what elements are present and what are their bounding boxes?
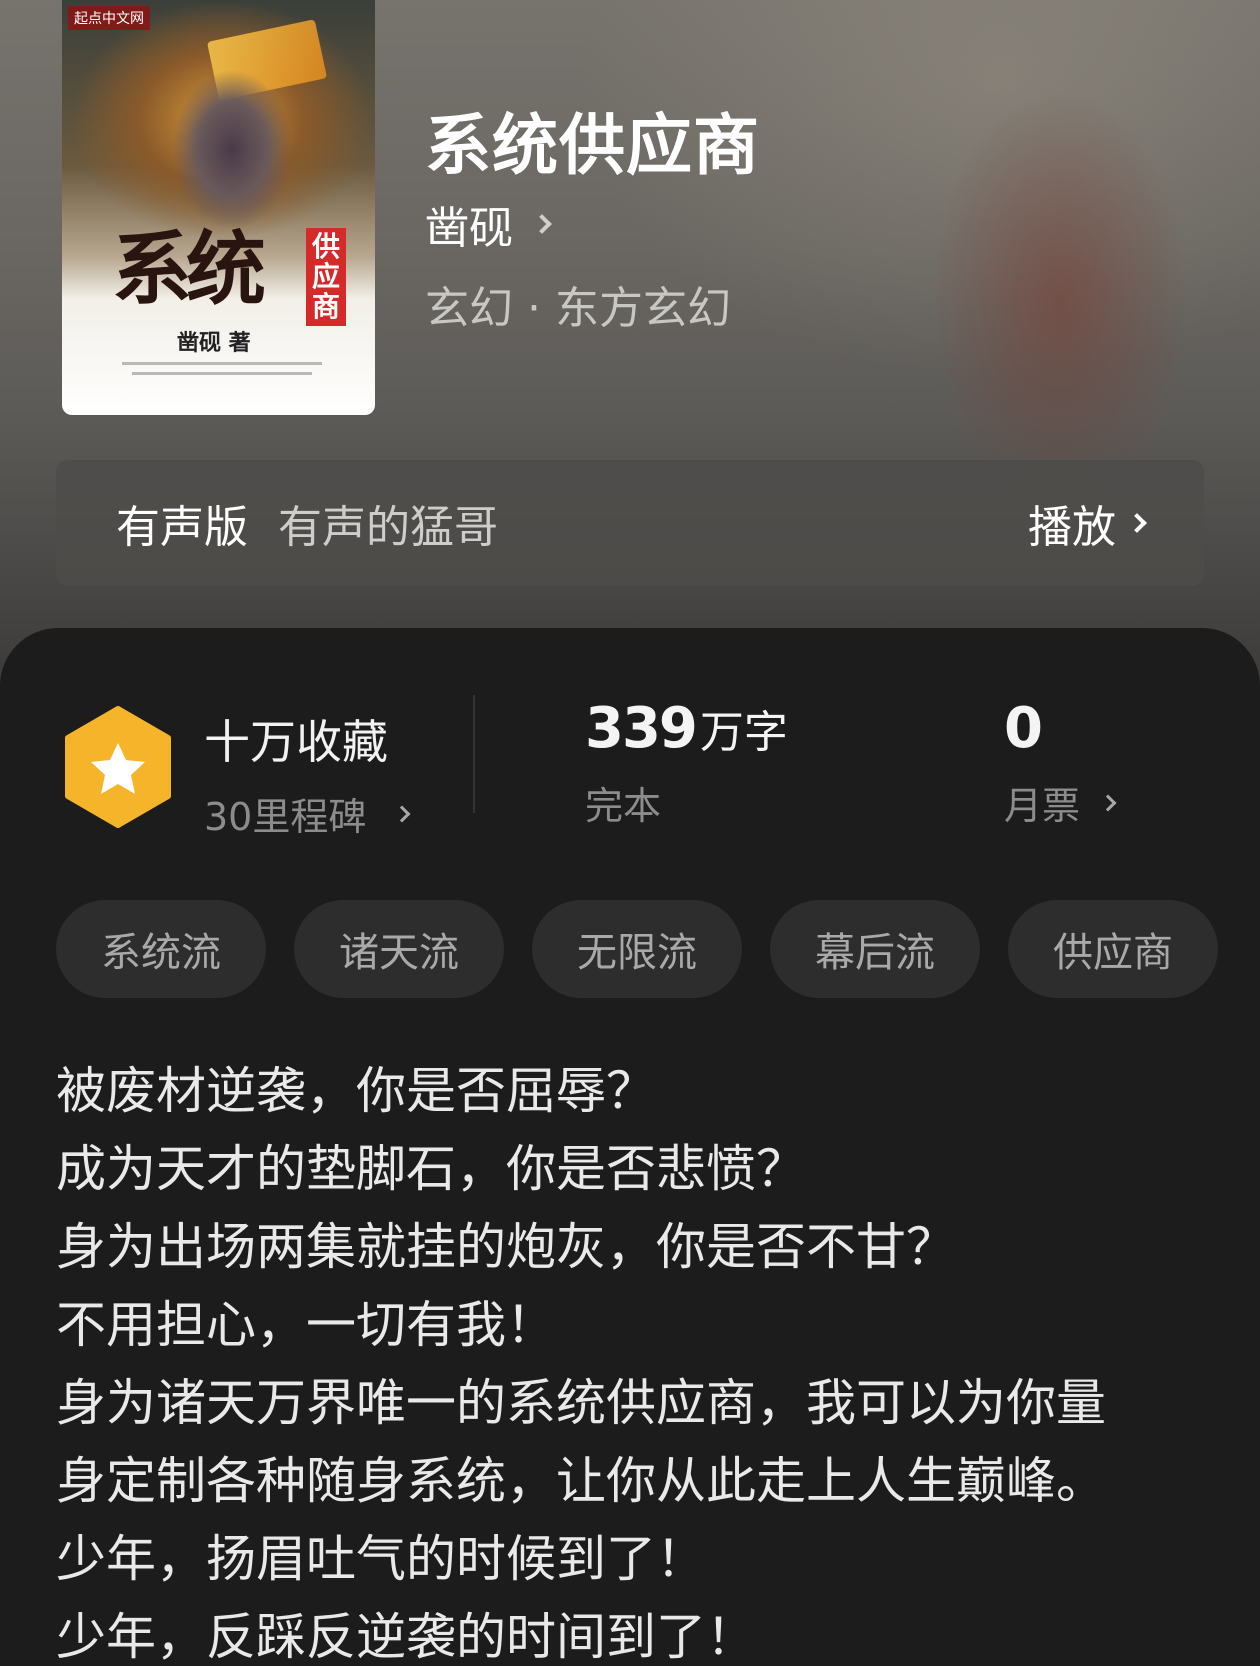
milestone-label: 30里程碑 [204,795,367,839]
word-count-number: 339 [585,696,698,761]
description-line: 身定制各种随身系统，让你从此走上人生巅峰。 [56,1452,1106,1510]
tag-chip[interactable]: 诸天流 [294,900,504,998]
description-line: 被废材逆袭，你是否屈辱？ [56,1062,656,1120]
play-label: 播放 [1028,502,1116,553]
tag-chip[interactable]: 供应商 [1008,900,1218,998]
genre-label: 玄幻 · 东方玄幻 [425,283,731,334]
cover-author-credit: 凿砚 著 [177,330,251,356]
audiobook-bar[interactable]: 有声版 有声的猛哥 播放 [56,460,1204,586]
monthly-votes-number: 0 [1004,696,1043,761]
cover-blurb-decoration [132,372,312,375]
monthly-votes-link[interactable]: 月票 [1004,775,1117,830]
monthly-votes-stat[interactable]: 0 月票 [1004,696,1117,830]
completion-status: 完本 [585,784,662,828]
book-detail-page: 起点中文网 系统 供应商 凿砚 著 系统供应商 凿砚 玄幻 · 东方玄幻 有声版… [0,0,1260,1666]
audiobook-narrator: 有声的猛哥 [278,502,498,553]
word-count-unit: 万字 [699,707,788,758]
book-description[interactable]: 被废材逆袭，你是否屈辱？ 成为天才的垫脚石，你是否悲愤？ 身为出场两集就挂的炮灰… [56,1052,1216,1666]
chevron-right-icon [393,805,411,822]
author-link[interactable]: 凿砚 [425,192,552,256]
tag-chip[interactable]: 系统流 [56,900,266,998]
book-cover[interactable]: 起点中文网 系统 供应商 凿砚 著 [62,0,375,415]
book-title: 系统供应商 [425,106,760,184]
word-count-stat: 339万字 完本 [585,696,788,830]
description-line: 不用担心，一切有我！ [56,1296,556,1354]
audiobook-label: 有声版 [116,502,248,553]
description-line: 身为诸天万界唯一的系统供应商，我可以为你量 [56,1374,1106,1432]
chevron-right-icon [1099,794,1117,811]
chevron-right-icon [532,214,552,234]
milestone-link[interactable]: 30里程碑 [204,786,411,841]
collection-count: 十万收藏 [204,715,388,769]
monthly-votes-label: 月票 [1004,784,1081,828]
play-button[interactable]: 播放 [1028,491,1147,555]
star-badge-icon [65,706,171,828]
description-line: 身为出场两集就挂的炮灰，你是否不甘？ [56,1218,956,1276]
stat-divider [473,695,475,813]
author-name: 凿砚 [425,203,513,254]
collection-stat[interactable]: 十万收藏 30里程碑 [204,706,411,841]
cover-subtitle-art: 供应商 [306,228,346,326]
tag-chip[interactable]: 无限流 [532,900,742,998]
cover-publisher-logo: 起点中文网 [68,6,150,30]
tag-chip[interactable]: 幕后流 [770,900,980,998]
description-line: 少年，反踩反逆袭的时间到了！ [56,1608,756,1666]
tag-list: 系统流 诸天流 无限流 幕后流 供应商 [56,900,1246,998]
chevron-right-icon [1127,513,1147,533]
cover-blurb-decoration [122,362,322,365]
description-line: 成为天才的垫脚石，你是否悲愤？ [56,1140,806,1198]
description-line: 少年，扬眉吐气的时候到了！ [56,1530,706,1588]
cover-title-art: 系统 [112,222,266,316]
